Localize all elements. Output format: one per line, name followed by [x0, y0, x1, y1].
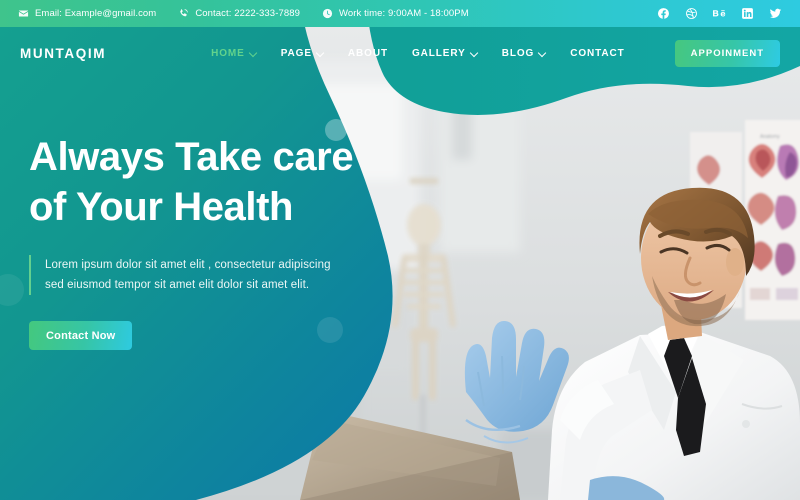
hero-paragraph: Lorem ipsum dolor sit amet elit , consec…	[45, 255, 429, 295]
svg-text:Anatomy: Anatomy	[760, 134, 780, 140]
behance-icon[interactable]	[713, 7, 726, 20]
chevron-down-icon	[250, 49, 257, 56]
top-info-bar: Email: Example@gmail.com Contact: 2222-3…	[0, 0, 800, 27]
appointment-button[interactable]: APPOINMENT	[674, 40, 780, 67]
hero-title-line2: of Your Health	[29, 185, 294, 229]
brand-logo[interactable]: MUNTAQIM	[20, 46, 106, 61]
nav-item-home[interactable]: HOME	[211, 48, 257, 59]
hero-title: Always Take care of Your Health	[29, 132, 429, 232]
dribbble-icon[interactable]	[685, 7, 698, 20]
nav-item-contact[interactable]: CONTACT	[570, 48, 624, 59]
top-info-items: Email: Example@gmail.com Contact: 2222-3…	[18, 8, 469, 19]
nav-item-about-label: ABOUT	[347, 48, 388, 59]
linkedin-icon[interactable]	[741, 7, 754, 20]
chevron-down-icon	[317, 49, 324, 56]
contact-info-label: Contact: 2222-333-7889	[195, 8, 300, 19]
hero-paragraph-line1: Lorem ipsum dolor sit amet elit , consec…	[45, 259, 331, 271]
landing-page-hero: Anatomy Email: Example@gmail.com Contact…	[0, 0, 800, 500]
email-info[interactable]: Email: Example@gmail.com	[18, 8, 156, 19]
contact-info[interactable]: Contact: 2222-333-7889	[178, 8, 300, 19]
nav-item-blog[interactable]: BLOG	[502, 48, 547, 59]
hero-title-line1: Always Take care	[29, 135, 354, 179]
nav-item-about[interactable]: ABOUT	[348, 48, 388, 59]
email-info-label: Email: Example@gmail.com	[35, 8, 157, 19]
nav-item-gallery[interactable]: GALLERY	[412, 48, 478, 59]
chevron-down-icon	[471, 49, 478, 56]
phone-icon	[178, 8, 189, 19]
nav-item-page[interactable]: PAGE	[281, 48, 324, 59]
twitter-icon[interactable]	[769, 7, 782, 20]
hero-paragraph-line2: sed eiusmod tempor sit amet elit dolor s…	[45, 279, 310, 291]
nav-item-page-label: PAGE	[280, 48, 312, 59]
chevron-down-icon	[539, 49, 546, 56]
clock-icon	[322, 8, 333, 19]
facebook-icon[interactable]	[657, 7, 670, 20]
nav-item-blog-label: BLOG	[501, 48, 535, 59]
worktime-info[interactable]: Work time: 9:00AM - 18:00PM	[322, 8, 469, 19]
nav-item-gallery-label: GALLERY	[411, 48, 466, 59]
contact-now-button[interactable]: Contact Now	[29, 321, 133, 350]
envelope-icon	[18, 8, 29, 19]
social-links	[657, 7, 782, 20]
main-navbar: MUNTAQIM HOME PAGE ABOUT GALLERY BLOG CO…	[0, 27, 800, 80]
hero-content: Always Take care of Your Health Lorem ip…	[29, 132, 429, 350]
nav-item-home-label: HOME	[211, 48, 245, 59]
nav-menu: HOME PAGE ABOUT GALLERY BLOG CONTACT APP	[211, 40, 780, 67]
worktime-info-label: Work time: 9:00AM - 18:00PM	[339, 8, 469, 19]
nav-item-contact-label: CONTACT	[570, 48, 625, 59]
hero-subtitle-block: Lorem ipsum dolor sit amet elit , consec…	[29, 255, 429, 295]
